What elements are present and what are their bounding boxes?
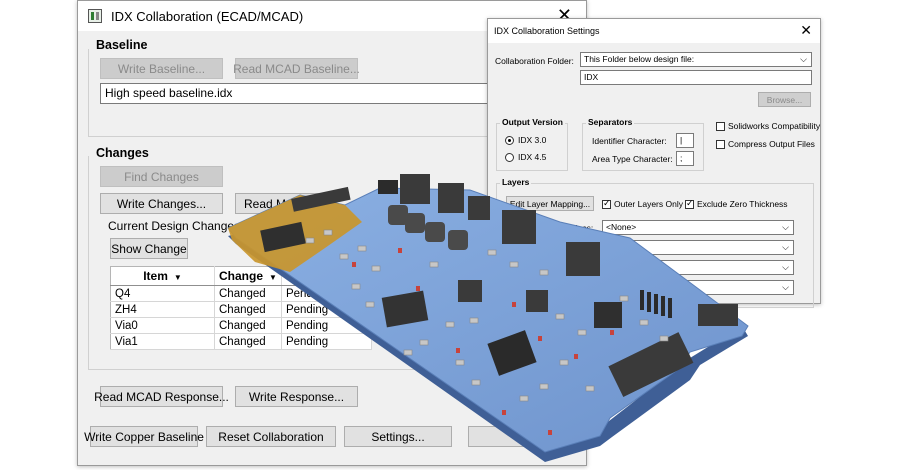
pcb-3d-render [227, 174, 749, 462]
